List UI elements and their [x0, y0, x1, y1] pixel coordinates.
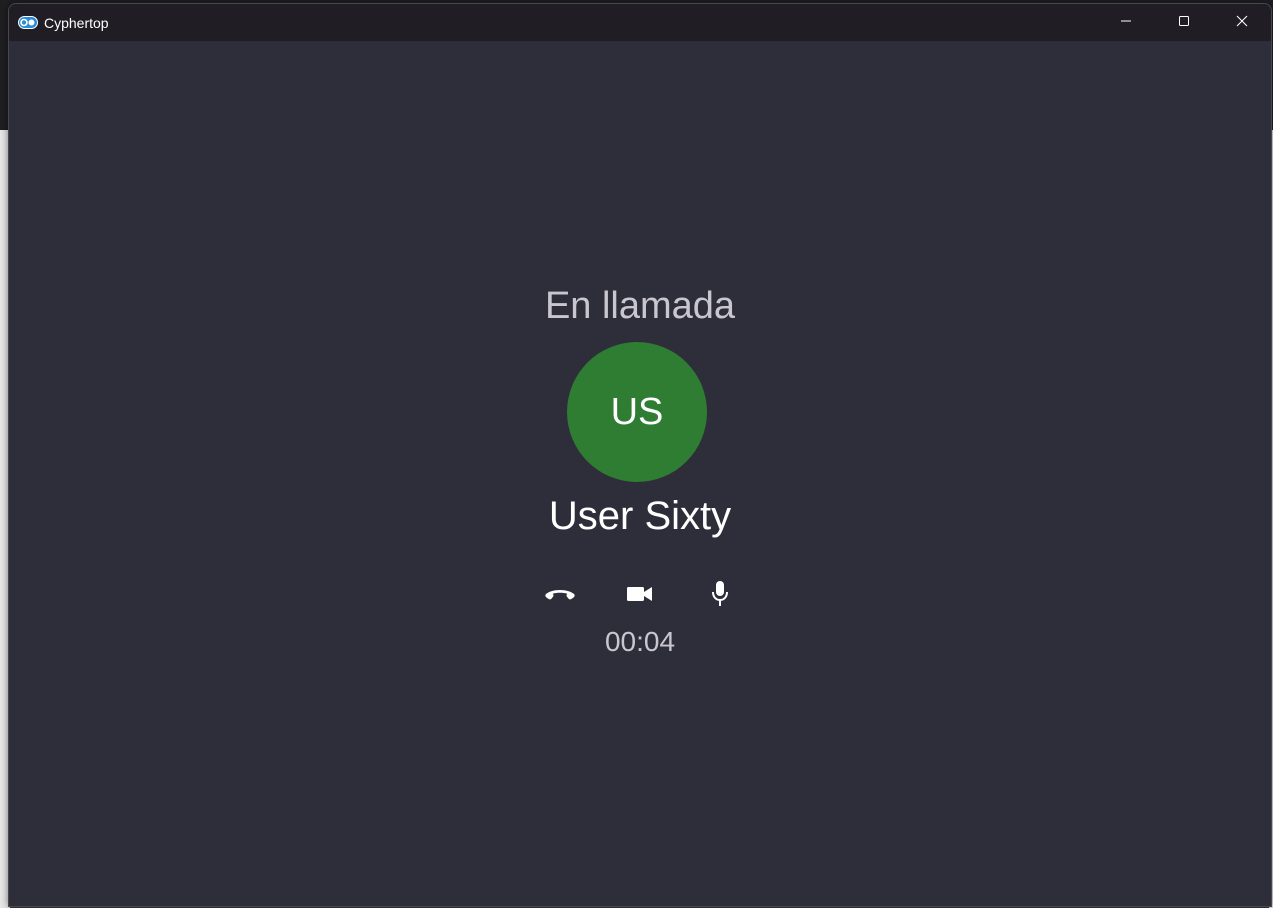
avatar-initials: US: [610, 390, 664, 433]
microphone-icon: [710, 580, 730, 613]
video-camera-icon: [626, 584, 654, 609]
caller-name: User Sixty: [548, 494, 732, 538]
minimize-icon: [1120, 14, 1132, 32]
app-logo-icon: [18, 16, 38, 30]
minimize-button[interactable]: [1097, 4, 1155, 41]
maximize-button[interactable]: [1155, 4, 1213, 41]
title-bar[interactable]: Cyphertop: [9, 4, 1271, 41]
microphone-button[interactable]: [700, 580, 740, 612]
app-window: Cyphertop En llamada US User Sixty 00:04: [8, 3, 1272, 907]
avatar: US: [567, 342, 707, 482]
window-title: Cyphertop: [44, 14, 109, 31]
hang-up-button[interactable]: [540, 580, 580, 612]
call-status: En llamada: [544, 285, 736, 327]
call-timer: 00:04: [604, 626, 676, 657]
call-screen: En llamada US User Sixty 00:04: [9, 41, 1271, 906]
video-button[interactable]: [620, 580, 660, 612]
close-icon: [1236, 14, 1248, 32]
hang-up-icon: [544, 586, 576, 607]
close-button[interactable]: [1213, 4, 1271, 41]
window-controls: [1097, 4, 1271, 41]
call-controls: [540, 580, 740, 612]
maximize-icon: [1178, 14, 1190, 32]
